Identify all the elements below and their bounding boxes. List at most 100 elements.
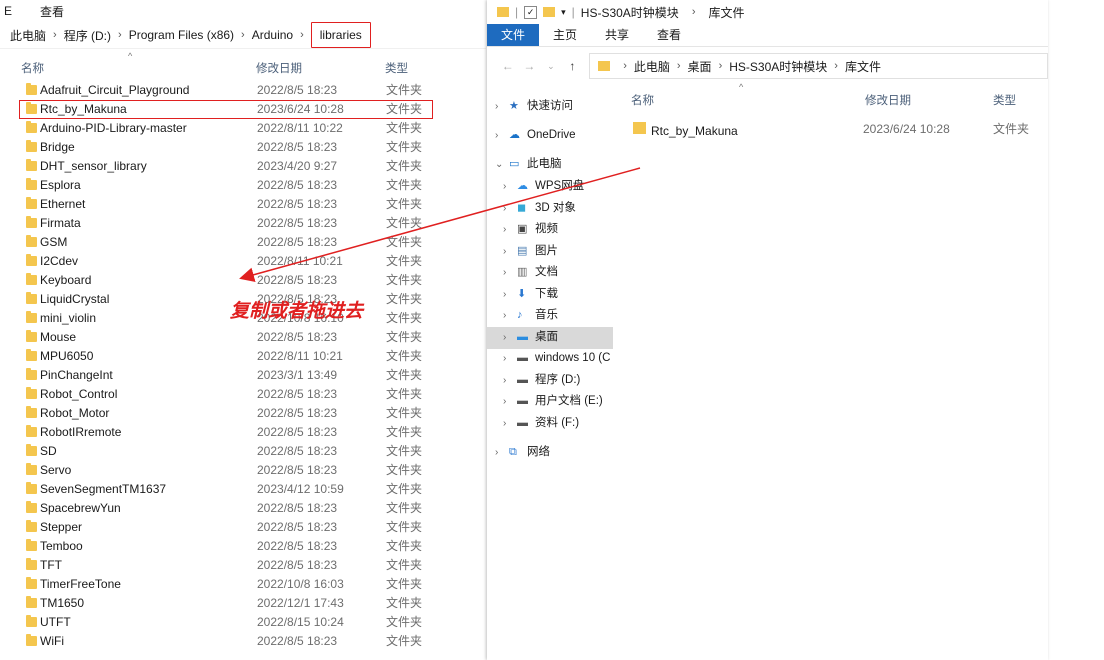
chevron-icon[interactable]: › [503, 241, 506, 263]
right-explorer-window: | ✓ ▾ | HS-S30A时钟模块 › 库文件 文件 主页 共享 查看 ← … [487, 0, 1048, 660]
chevron-icon[interactable]: › [495, 442, 498, 464]
file-date: 2023/3/1 13:49 [257, 368, 338, 382]
breadcrumb-module[interactable]: HS-S30A时钟模块 [729, 58, 827, 75]
list-item[interactable]: SpacebrewYun 2022/8/5 18:23 文件夹 [0, 499, 486, 518]
nav-item[interactable]: ⌄ ▭ 此电脑 [487, 154, 613, 176]
breadcrumb-program-files[interactable]: Program Files (x86) [129, 28, 234, 42]
file-date: 2022/8/5 18:23 [257, 406, 338, 420]
column-name[interactable]: 名称 [21, 60, 44, 76]
new-folder-icon[interactable] [543, 7, 556, 17]
breadcrumb-this-pc[interactable]: 此电脑 [634, 58, 670, 75]
chevron-icon[interactable]: › [503, 348, 506, 370]
tab-view[interactable]: 查看 [643, 24, 695, 46]
list-item[interactable]: Rtc_by_Makuna 2023/6/24 10:28 文件夹 [627, 118, 1047, 140]
folder-icon [26, 425, 37, 437]
list-item[interactable]: UTFT 2022/8/15 10:24 文件夹 [0, 613, 486, 632]
nav-item[interactable]: › ☁ OneDrive [487, 125, 613, 147]
nav-item[interactable]: › ▣ 视频 [487, 219, 613, 241]
file-type: 文件夹 [386, 444, 423, 458]
list-item[interactable]: I2Cdev 2022/8/11 10:21 文件夹 [0, 252, 486, 271]
folder-icon [26, 292, 37, 304]
list-item[interactable]: Arduino-PID-Library-master 2022/8/11 10:2… [0, 119, 486, 138]
list-item[interactable]: Adafruit_Circuit_Playground 2022/8/5 18:2… [0, 81, 486, 100]
back-arrow-icon[interactable]: ← [497, 59, 519, 73]
nav-item[interactable]: › ♪ 音乐 [487, 305, 613, 327]
list-item[interactable]: Firmata 2022/8/5 18:23 文件夹 [0, 214, 486, 233]
column-type[interactable]: 类型 [993, 92, 1016, 108]
list-item[interactable]: RobotIRremote 2022/8/5 18:23 文件夹 [0, 423, 486, 442]
properties-check-icon[interactable]: ✓ [524, 5, 538, 19]
nav-item[interactable]: › ◼ 3D 对象 [487, 198, 613, 220]
list-item[interactable]: Ethernet 2022/8/5 18:23 文件夹 [0, 195, 486, 214]
nav-item-label: 音乐 [535, 309, 558, 321]
tab-share[interactable]: 共享 [591, 24, 643, 46]
file-name: Temboo [40, 539, 83, 553]
nav-item[interactable]: › ★ 快速访问 [487, 96, 613, 118]
chevron-icon[interactable]: › [503, 198, 506, 220]
list-item[interactable]: SevenSegmentTM1637 2023/4/12 10:59 文件夹 [0, 480, 486, 499]
list-item[interactable]: Temboo 2022/8/5 18:23 文件夹 [0, 537, 486, 556]
breadcrumb-lib-folder[interactable]: 库文件 [845, 58, 881, 75]
breadcrumb-this-pc[interactable]: 此电脑 [10, 27, 46, 44]
list-item[interactable]: Servo 2022/8/5 18:23 文件夹 [0, 461, 486, 480]
chevron-icon[interactable]: › [503, 370, 506, 392]
list-item[interactable]: WiFi 2022/8/5 18:23 文件夹 [0, 632, 486, 651]
list-item[interactable]: Stepper 2022/8/5 18:23 文件夹 [0, 518, 486, 537]
chevron-icon[interactable]: › [503, 327, 506, 349]
chevron-icon[interactable]: › [503, 391, 506, 413]
chevron-icon[interactable]: › [503, 262, 506, 284]
nav-item[interactable]: › ⬇ 下载 [487, 284, 613, 306]
tab-file[interactable]: 文件 [487, 24, 540, 46]
list-item[interactable]: MPU6050 2022/8/11 10:21 文件夹 [0, 347, 486, 366]
nav-item[interactable]: › ▥ 文档 [487, 262, 613, 284]
list-item[interactable]: Esplora 2022/8/5 18:23 文件夹 [0, 176, 486, 195]
nav-item[interactable]: › ⧉ 网络 [487, 442, 613, 464]
tab-home[interactable]: 主页 [539, 24, 591, 46]
column-date[interactable]: 修改日期 [865, 92, 911, 108]
column-type[interactable]: 类型 [385, 60, 408, 76]
quick-access-dropdown-icon[interactable]: ▾ [561, 7, 566, 18]
breadcrumb-desktop[interactable]: 桌面 [688, 58, 712, 75]
list-item-selected[interactable]: Rtc_by_Makuna 2023/6/24 10:28 文件夹 [19, 100, 433, 119]
list-item[interactable]: Robot_Motor 2022/8/5 18:23 文件夹 [0, 404, 486, 423]
nav-item[interactable]: › ▬ 程序 (D:) [487, 370, 613, 392]
list-item[interactable]: Bridge 2022/8/5 18:23 文件夹 [0, 138, 486, 157]
column-date[interactable]: 修改日期 [256, 60, 302, 76]
breadcrumb-arduino[interactable]: Arduino [252, 28, 293, 42]
nav-item[interactable]: › ▬ 用户文档 (E:) [487, 391, 613, 413]
list-item[interactable]: Mouse 2022/8/5 18:23 文件夹 [0, 328, 486, 347]
forward-arrow-icon[interactable]: → [519, 59, 541, 73]
breadcrumb-drive-d[interactable]: 程序 (D:) [64, 27, 111, 44]
nav-item[interactable]: › ▬ 资料 (F:) [487, 413, 613, 435]
list-item[interactable]: Keyboard 2022/8/5 18:23 文件夹 [0, 271, 486, 290]
left-address-bar[interactable]: 此电脑 › 程序 (D:) › Program Files (x86) › Ar… [0, 22, 486, 49]
list-item[interactable]: PinChangeInt 2023/3/1 13:49 文件夹 [0, 366, 486, 385]
right-address-bar[interactable]: › 此电脑 › 桌面 › HS-S30A时钟模块 › 库文件 [589, 53, 1048, 79]
nav-item[interactable]: › ▬ 桌面 [487, 327, 613, 349]
list-item[interactable]: TM1650 2022/12/1 17:43 文件夹 [0, 594, 486, 613]
chevron-icon[interactable]: › [503, 176, 506, 198]
chevron-icon[interactable]: › [503, 413, 506, 435]
list-item[interactable]: DHT_sensor_library 2023/4/20 9:27 文件夹 [0, 157, 486, 176]
chevron-icon[interactable]: › [495, 96, 498, 118]
chevron-icon[interactable]: › [495, 125, 498, 147]
edit-menu[interactable]: E [0, 4, 26, 18]
recent-dropdown-icon[interactable]: ⌄ [540, 61, 562, 72]
chevron-icon[interactable]: ⌄ [495, 154, 503, 176]
breadcrumb-libraries[interactable]: libraries [310, 22, 371, 48]
list-item[interactable]: GSM 2022/8/5 18:23 文件夹 [0, 233, 486, 252]
list-item[interactable]: Robot_Control 2022/8/5 18:23 文件夹 [0, 385, 486, 404]
nav-item[interactable]: › ▤ 图片 [487, 241, 613, 263]
nav-item[interactable]: › ▬ windows 10 (C [487, 348, 613, 370]
up-arrow-icon[interactable]: ↑ [562, 59, 584, 73]
view-menu[interactable]: 查看 [40, 3, 64, 20]
nav-item[interactable]: › ☁ WPS网盘 [487, 176, 613, 198]
column-name[interactable]: 名称 [631, 92, 654, 108]
chevron-icon[interactable]: › [503, 284, 506, 306]
list-item[interactable]: TimerFreeTone 2022/10/8 16:03 文件夹 [0, 575, 486, 594]
chevron-icon[interactable]: › [503, 219, 506, 241]
list-item[interactable]: TFT 2022/8/5 18:23 文件夹 [0, 556, 486, 575]
chevron-icon[interactable]: › [503, 305, 506, 327]
list-item[interactable]: SD 2022/8/5 18:23 文件夹 [0, 442, 486, 461]
cube-icon: ◼ [517, 202, 527, 214]
